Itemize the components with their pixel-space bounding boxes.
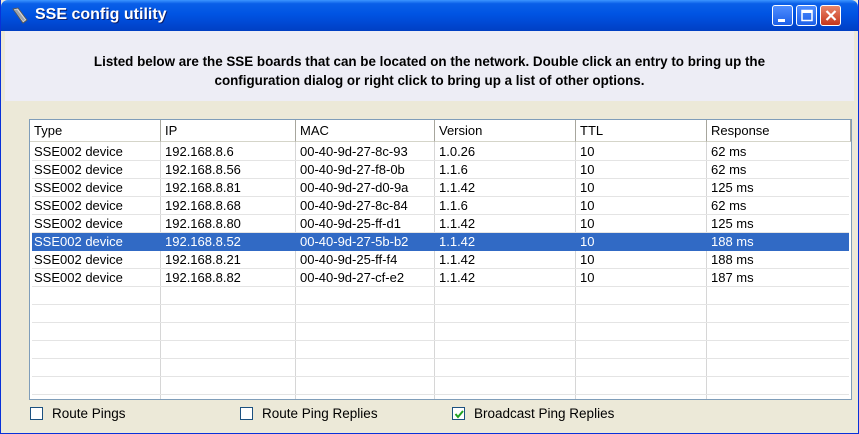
table-cell-mac: 00-40-9d-27-d0-9a bbox=[300, 180, 409, 195]
row-gridline bbox=[32, 322, 849, 323]
table-cell-version: 1.1.42 bbox=[439, 216, 476, 231]
table-cell-ip: 192.168.8.68 bbox=[165, 198, 241, 213]
row-gridline bbox=[32, 394, 849, 395]
checkmark-icon bbox=[454, 410, 464, 419]
table-row[interactable]: SSE002 device 192.168.8.52 00-40-9d-27-5b-… bbox=[32, 233, 849, 251]
table-cell-version: 1.0.26 bbox=[439, 144, 476, 159]
table-cell-type: SSE002 device bbox=[34, 180, 123, 195]
table-row[interactable]: SSE002 device 192.168.8.21 00-40-9d-25-ff-… bbox=[32, 251, 849, 269]
table-cell-ip: 192.168.8.80 bbox=[165, 216, 241, 231]
table-cell-response: 187 ms bbox=[711, 270, 754, 285]
table-cell-mac: 00-40-9d-25-ff-f4 bbox=[300, 252, 398, 267]
table-cell-response: 125 ms bbox=[711, 180, 754, 195]
column-header-mac[interactable]: MAC bbox=[296, 120, 435, 142]
instructions-text: Listed below are the SSE boards that can… bbox=[5, 52, 854, 90]
table-cell-ip: 192.168.8.52 bbox=[165, 234, 241, 249]
table-cell-response: 62 ms bbox=[711, 198, 747, 213]
table-cell-response: 62 ms bbox=[711, 162, 747, 177]
table-cell-ttl: 10 bbox=[580, 270, 595, 285]
table-cell-version: 1.1.42 bbox=[439, 180, 476, 195]
row-gridline bbox=[32, 376, 849, 377]
table-cell-type: SSE002 device bbox=[34, 234, 123, 249]
instructions-panel: Listed below are the SSE boards that can… bbox=[5, 31, 854, 101]
table-cell-mac: 00-40-9d-27-5b-b2 bbox=[300, 234, 409, 249]
table-cell-type: SSE002 device bbox=[34, 216, 123, 231]
instructions-line-2: configuration dialog or right click to b… bbox=[214, 73, 645, 88]
minimize-button[interactable] bbox=[772, 5, 793, 26]
table-row[interactable]: SSE002 device 192.168.8.80 00-40-9d-25-ff-… bbox=[32, 215, 849, 233]
table-cell-version: 1.1.6 bbox=[439, 162, 468, 177]
table-cell-type: SSE002 device bbox=[34, 198, 123, 213]
table-cell-ttl: 10 bbox=[580, 162, 595, 177]
row-gridline bbox=[32, 358, 849, 359]
table-cell-ip: 192.168.8.6 bbox=[165, 144, 234, 159]
maximize-icon bbox=[801, 9, 813, 22]
route-pings-label: Route Pings bbox=[52, 406, 126, 421]
table-cell-ttl: 10 bbox=[580, 216, 595, 231]
table-cell-response: 188 ms bbox=[711, 252, 754, 267]
column-header-type[interactable]: Type bbox=[30, 120, 161, 142]
title-bar[interactable]: SSE config utility bbox=[1, 0, 858, 31]
table-row[interactable]: SSE002 device 192.168.8.68 00-40-9d-27-8c-… bbox=[32, 197, 849, 215]
list-header: Type IP MAC Version TTL Response bbox=[30, 120, 851, 142]
table-cell-type: SSE002 device bbox=[34, 270, 123, 285]
options-bar: Route Pings Route Ping Replies Broadcast… bbox=[1, 403, 859, 423]
table-cell-version: 1.1.42 bbox=[439, 270, 476, 285]
table-cell-version: 1.1.42 bbox=[439, 252, 476, 267]
row-gridline bbox=[32, 304, 849, 305]
column-header-response[interactable]: Response bbox=[707, 120, 851, 142]
table-cell-mac: 00-40-9d-27-8c-93 bbox=[300, 144, 408, 159]
table-cell-version: 1.1.42 bbox=[439, 234, 476, 249]
route-ping-replies-label: Route Ping Replies bbox=[262, 406, 378, 421]
table-cell-ttl: 10 bbox=[580, 252, 595, 267]
close-button[interactable] bbox=[820, 5, 841, 26]
table-cell-ttl: 10 bbox=[580, 198, 595, 213]
table-cell-version: 1.1.6 bbox=[439, 198, 468, 213]
device-list[interactable]: Type IP MAC Version TTL Response SSE002 … bbox=[29, 119, 852, 400]
minimize-icon bbox=[778, 19, 785, 22]
table-cell-response: 125 ms bbox=[711, 216, 754, 231]
table-cell-type: SSE002 device bbox=[34, 144, 123, 159]
table-cell-mac: 00-40-9d-27-f8-0b bbox=[300, 162, 405, 177]
table-row[interactable]: SSE002 device 192.168.8.81 00-40-9d-27-d0-… bbox=[32, 179, 849, 197]
instructions-line-1: Listed below are the SSE boards that can… bbox=[93, 54, 766, 69]
table-cell-mac: 00-40-9d-25-ff-d1 bbox=[300, 216, 401, 231]
column-header-version[interactable]: Version bbox=[435, 120, 576, 142]
table-cell-mac: 00-40-9d-27-8c-84 bbox=[300, 198, 408, 213]
row-gridline bbox=[32, 340, 849, 341]
table-cell-response: 62 ms bbox=[711, 144, 747, 159]
table-cell-ip: 192.168.8.56 bbox=[165, 162, 241, 177]
route-pings-box[interactable] bbox=[30, 407, 43, 420]
app-icon bbox=[12, 7, 28, 24]
table-cell-response: 188 ms bbox=[711, 234, 754, 249]
table-cell-ip: 192.168.8.21 bbox=[165, 252, 241, 267]
table-row[interactable]: SSE002 device 192.168.8.56 00-40-9d-27-f8-… bbox=[32, 161, 849, 179]
table-cell-ttl: 10 bbox=[580, 234, 595, 249]
close-icon bbox=[825, 10, 837, 21]
table-cell-type: SSE002 device bbox=[34, 252, 123, 267]
table-row[interactable]: SSE002 device 192.168.8.6 00-40-9d-27-8c-9… bbox=[32, 143, 849, 161]
sse-config-window: SSE config utility Listed below are the … bbox=[0, 0, 859, 434]
column-header-ip[interactable]: IP bbox=[161, 120, 296, 142]
table-row[interactable]: SSE002 device 192.168.8.82 00-40-9d-27-cf-… bbox=[32, 269, 849, 287]
table-cell-ip: 192.168.8.81 bbox=[165, 180, 241, 195]
broadcast-ping-replies-box[interactable] bbox=[452, 407, 465, 420]
table-cell-ip: 192.168.8.82 bbox=[165, 270, 241, 285]
maximize-button[interactable] bbox=[796, 5, 817, 26]
broadcast-ping-replies-label: Broadcast Ping Replies bbox=[474, 406, 615, 421]
route-ping-replies-box[interactable] bbox=[240, 407, 253, 420]
table-cell-ttl: 10 bbox=[580, 180, 595, 195]
window-title: SSE config utility bbox=[35, 6, 167, 23]
table-cell-ttl: 10 bbox=[580, 144, 595, 159]
table-cell-mac: 00-40-9d-27-cf-e2 bbox=[300, 270, 405, 285]
table-cell-type: SSE002 device bbox=[34, 162, 123, 177]
column-header-ttl[interactable]: TTL bbox=[576, 120, 707, 142]
